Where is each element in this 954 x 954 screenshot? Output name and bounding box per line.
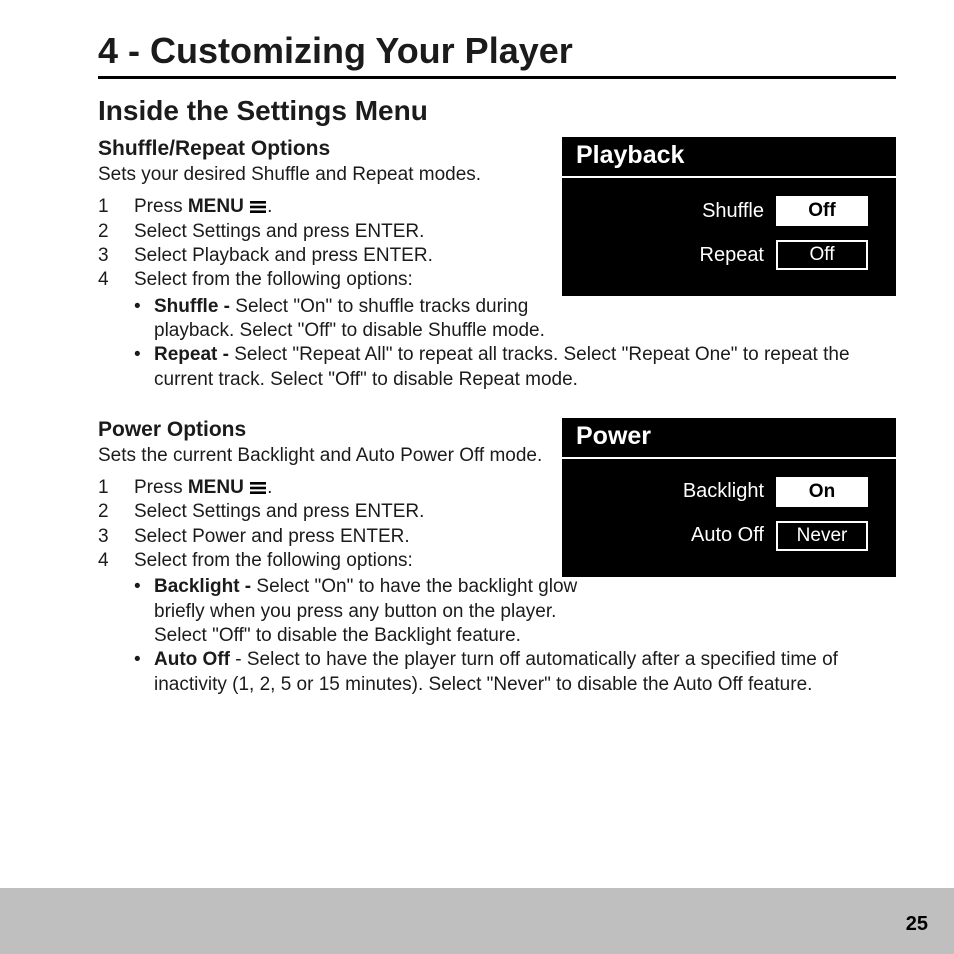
playback-shuffle-label: Shuffle	[590, 200, 764, 223]
menu-word: MENU	[188, 477, 244, 498]
power-autooff-label: Auto Off	[590, 524, 764, 547]
shuffle-step-3: Select Playback and press ENTER.	[98, 244, 576, 268]
shuffle-intro: Sets your desired Shuffle and Repeat mod…	[98, 163, 576, 187]
page-number: 25	[906, 913, 928, 936]
power-step-1: Press MENU .	[98, 476, 576, 500]
shuffle-step-2: Select Settings and press ENTER.	[98, 220, 576, 244]
page-footer: 25	[0, 888, 954, 954]
playback-repeat-value: Off	[776, 240, 868, 270]
playback-row-shuffle: Shuffle Off	[590, 196, 868, 226]
section-title: Inside the Settings Menu	[98, 95, 896, 127]
text: Select from the following options:	[134, 549, 612, 573]
menu-icon	[249, 481, 267, 495]
power-row-autooff: Auto Off Never	[590, 521, 868, 551]
bullet-text: Select "Repeat All" to repeat all tracks…	[154, 344, 850, 389]
menu-word: MENU	[188, 196, 244, 217]
text: .	[267, 196, 272, 217]
power-bullet-autooff: Auto Off - Select to have the player tur…	[134, 648, 896, 697]
playback-row-repeat: Repeat Off	[590, 240, 868, 270]
text: Press	[134, 477, 188, 498]
power-bullet-backlight: Backlight - Select "On" to have the back…	[134, 575, 612, 648]
bullet-label: Shuffle -	[154, 296, 235, 317]
power-autooff-value: Never	[776, 521, 868, 551]
power-step-2: Select Settings and press ENTER.	[98, 500, 576, 524]
shuffle-repeat-section: Playback Shuffle Off Repeat Off Shuffle/…	[98, 137, 896, 392]
text: Select from the following options:	[134, 268, 612, 292]
bullet-label: Backlight -	[154, 576, 256, 597]
playback-shuffle-value: Off	[776, 196, 868, 226]
menu-icon	[249, 200, 267, 214]
chapter-title: 4 - Customizing Your Player	[98, 30, 896, 79]
power-panel-title: Power	[562, 418, 896, 459]
text: .	[267, 477, 272, 498]
playback-panel-title: Playback	[562, 137, 896, 178]
power-intro: Sets the current Backlight and Auto Powe…	[98, 444, 576, 468]
text: Press	[134, 196, 188, 217]
power-step-3: Select Power and press ENTER.	[98, 525, 576, 549]
power-backlight-value: On	[776, 477, 868, 507]
bullet-label: Auto Off	[154, 649, 230, 670]
playback-repeat-label: Repeat	[590, 244, 764, 267]
bullet-text: - Select to have the player turn off aut…	[154, 649, 838, 694]
bullet-label: Repeat -	[154, 344, 234, 365]
shuffle-bullet-shuffle: Shuffle - Select "On" to shuffle tracks …	[134, 295, 612, 344]
power-step-4: Select from the following options: Backl…	[98, 549, 896, 697]
shuffle-step-1: Press MENU .	[98, 195, 576, 219]
shuffle-step-4: Select from the following options: Shuff…	[98, 268, 896, 392]
power-section: Power Backlight On Auto Off Never Power …	[98, 418, 896, 697]
power-backlight-label: Backlight	[590, 480, 764, 503]
power-row-backlight: Backlight On	[590, 477, 868, 507]
shuffle-bullet-repeat: Repeat - Select "Repeat All" to repeat a…	[134, 343, 896, 392]
